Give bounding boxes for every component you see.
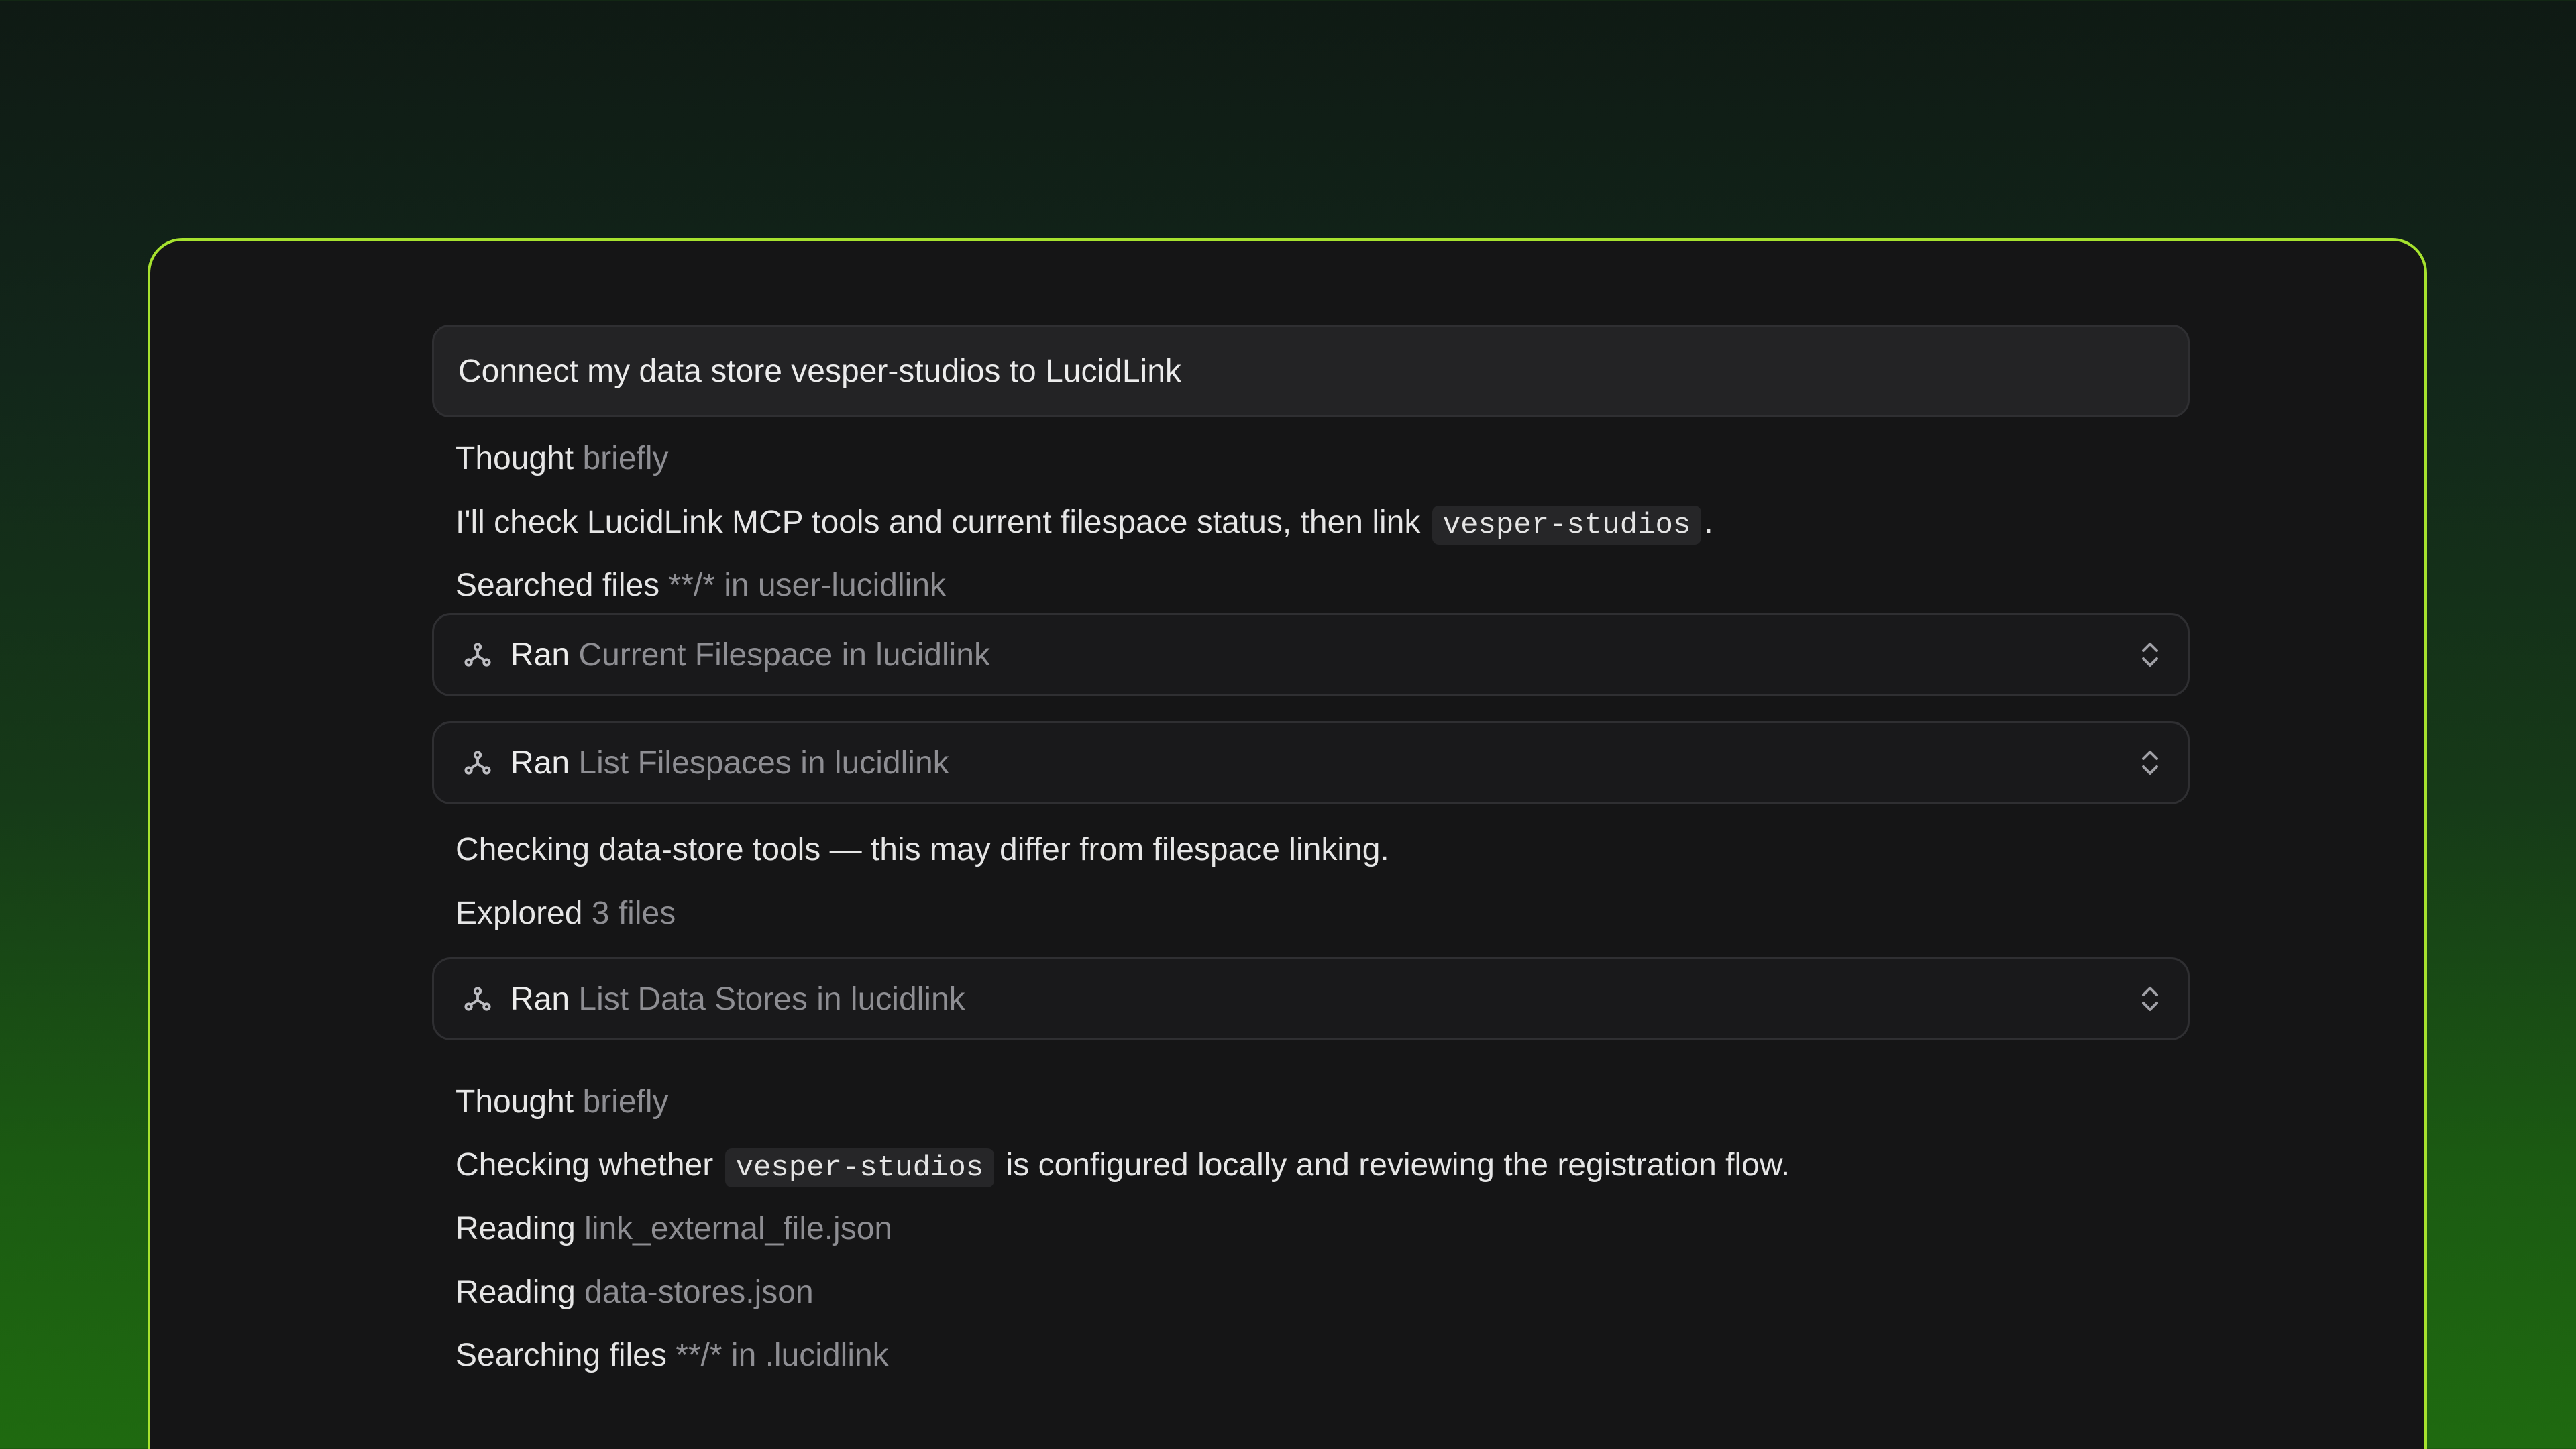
reading-status[interactable]: Reading data-stores.json	[455, 1273, 814, 1313]
tool-call-row[interactable]: Ran List Data Stores in lucidlink	[432, 957, 2190, 1040]
tool-call-name: List Data Stores in lucidlink	[578, 981, 965, 1017]
reading-detail: data-stores.json	[584, 1275, 814, 1310]
inline-code: vesper-studios	[724, 1148, 995, 1187]
mcp-tool-icon	[462, 983, 493, 1014]
search-verb: Searched files	[455, 568, 660, 603]
thought-detail: briefly	[582, 441, 669, 476]
reading-detail: link_external_file.json	[584, 1211, 893, 1246]
tool-call-label: Ran List Data Stores in lucidlink	[511, 981, 2137, 1018]
agent-thread: Connect my data store vesper-studios to …	[432, 325, 2190, 1373]
thought-detail: briefly	[582, 1084, 669, 1120]
search-status[interactable]: Searched files **/* in user-lucidlink	[455, 566, 946, 606]
tool-call-name: Current Filespace in lucidlink	[578, 637, 990, 673]
tool-call-verb: Ran	[511, 745, 570, 781]
assistant-message: Checking whether vesper-studios is confi…	[455, 1145, 1790, 1188]
user-prompt-text: Connect my data store vesper-studios to …	[458, 353, 1181, 389]
chevron-up-down-icon[interactable]	[2137, 639, 2163, 671]
thought-label: Thought	[455, 1084, 574, 1120]
assistant-message: Checking data-store tools — this may dif…	[455, 830, 1389, 870]
tool-call-row[interactable]: Ran Current Filespace in lucidlink	[432, 613, 2190, 696]
message-text-end: is configured locally and reviewing the …	[1006, 1147, 1790, 1183]
searching-verb: Searching files	[455, 1338, 667, 1373]
reading-status[interactable]: Reading link_external_file.json	[455, 1209, 892, 1249]
reading-verb: Reading	[455, 1275, 576, 1310]
tool-call-name: List Filespaces in lucidlink	[578, 745, 949, 781]
tool-call-verb: Ran	[511, 637, 570, 673]
searching-status[interactable]: Searching files **/* in .lucidlink	[455, 1336, 889, 1376]
explored-status[interactable]: Explored 3 files	[455, 894, 676, 934]
inline-code: vesper-studios	[1432, 506, 1702, 545]
searching-detail: **/* in .lucidlink	[676, 1338, 889, 1373]
tool-call-label: Ran Current Filespace in lucidlink	[511, 637, 2137, 674]
tool-call-verb: Ran	[511, 981, 570, 1017]
reading-verb: Reading	[455, 1211, 576, 1246]
message-text: I'll check LucidLink MCP tools and curre…	[455, 504, 1421, 540]
message-text-end: .	[1704, 504, 1713, 540]
tool-call-label: Ran List Filespaces in lucidlink	[511, 745, 2137, 782]
thought-label: Thought	[455, 441, 574, 476]
mcp-tool-icon	[462, 639, 493, 670]
thought-status[interactable]: Thought briefly	[455, 439, 669, 479]
mcp-tool-icon	[462, 747, 493, 778]
tool-call-row[interactable]: Ran List Filespaces in lucidlink	[432, 721, 2190, 804]
search-detail: **/* in user-lucidlink	[668, 568, 947, 603]
message-text: Checking data-store tools — this may dif…	[455, 832, 1389, 867]
message-text: Checking whether	[455, 1147, 714, 1183]
thought-status[interactable]: Thought briefly	[455, 1082, 669, 1122]
user-prompt-bubble[interactable]: Connect my data store vesper-studios to …	[432, 325, 2190, 417]
chevron-up-down-icon[interactable]	[2137, 747, 2163, 779]
assistant-message: I'll check LucidLink MCP tools and curre…	[455, 502, 1713, 545]
explored-detail: 3 files	[591, 896, 676, 931]
chevron-up-down-icon[interactable]	[2137, 983, 2163, 1015]
explored-verb: Explored	[455, 896, 583, 931]
chat-window: Connect my data store vesper-studios to …	[148, 238, 2427, 1449]
